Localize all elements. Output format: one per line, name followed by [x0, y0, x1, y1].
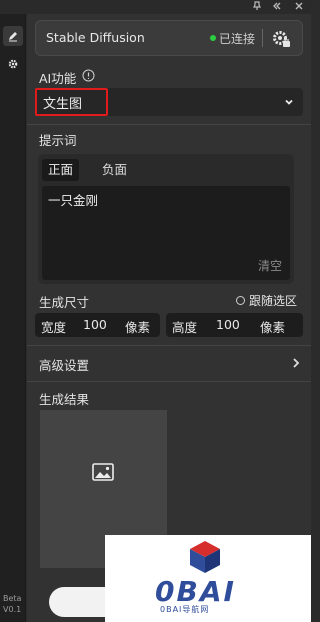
image-icon [92, 463, 114, 481]
ai-function-select[interactable]: 文生图 [35, 88, 303, 116]
cube-logo-icon [190, 541, 220, 573]
width-label: 宽度 [41, 320, 67, 335]
prompt-textarea[interactable]: 一只金刚 清空 [42, 186, 290, 280]
engine-card: Stable Diffusion 已连接 [35, 20, 303, 56]
height-unit: 像素 [260, 320, 286, 335]
pencil-icon[interactable] [3, 26, 23, 46]
prompt-label: 提示词 [39, 133, 77, 148]
height-value[interactable]: 100 [216, 317, 240, 332]
info-circle-icon[interactable] [82, 69, 95, 82]
ai-function-label: AI功能 [39, 71, 77, 86]
width-value[interactable]: 100 [83, 317, 107, 332]
chevron-right-icon [291, 357, 301, 369]
connection-status: 已连接 [219, 32, 256, 46]
clear-button[interactable]: 清空 [258, 257, 282, 274]
height-label: 高度 [172, 320, 198, 335]
watermark-subtext: 0BAI导航网 [160, 605, 210, 614]
follow-selection-label: 跟随选区 [249, 294, 298, 308]
advanced-settings-label: 高级设置 [39, 358, 90, 373]
main-panel: Stable Diffusion 已连接 AI功能 文生图 提示词 正面 负面 … [27, 14, 311, 622]
double-chevron-left-icon[interactable] [270, 1, 284, 13]
size-label: 生成尺寸 [39, 295, 90, 310]
width-field[interactable]: 宽度 100 像素 [35, 313, 160, 337]
tab-negative[interactable]: 负面 [96, 159, 133, 181]
window-titlebar [0, 0, 311, 14]
close-icon[interactable] [292, 1, 306, 13]
result-label: 生成结果 [39, 392, 90, 407]
section-divider [27, 124, 311, 125]
width-unit: 像素 [125, 320, 151, 335]
gear-plug-icon[interactable] [269, 27, 293, 51]
left-toolbar: Beta V0.1 [0, 14, 26, 622]
height-field[interactable]: 高度 100 像素 [166, 313, 303, 337]
section-divider [27, 345, 311, 346]
ai-function-value: 文生图 [43, 97, 83, 112]
advanced-settings-row[interactable]: 高级设置 [27, 348, 311, 378]
prompt-box: 正面 负面 一只金刚 清空 [38, 154, 294, 284]
status-dot [210, 35, 216, 41]
prompt-text: 一只金刚 [48, 193, 99, 208]
engine-name: Stable Diffusion [46, 30, 145, 45]
follow-selection-option[interactable]: 跟随选区 [236, 292, 297, 309]
size-row: 宽度 100 像素 高度 100 像素 [35, 313, 303, 337]
gear-icon[interactable] [3, 54, 23, 74]
tab-positive[interactable]: 正面 [42, 159, 80, 181]
pin-icon[interactable] [250, 1, 264, 13]
watermark-logo: 0BAI 0BAI导航网 [105, 535, 311, 622]
radio-button[interactable] [236, 296, 245, 305]
section-divider [27, 381, 311, 382]
beta-label: Beta [3, 594, 22, 603]
version-label: V0.1 [3, 605, 22, 614]
engine-divider [262, 29, 263, 47]
chevron-down-icon [283, 96, 295, 108]
